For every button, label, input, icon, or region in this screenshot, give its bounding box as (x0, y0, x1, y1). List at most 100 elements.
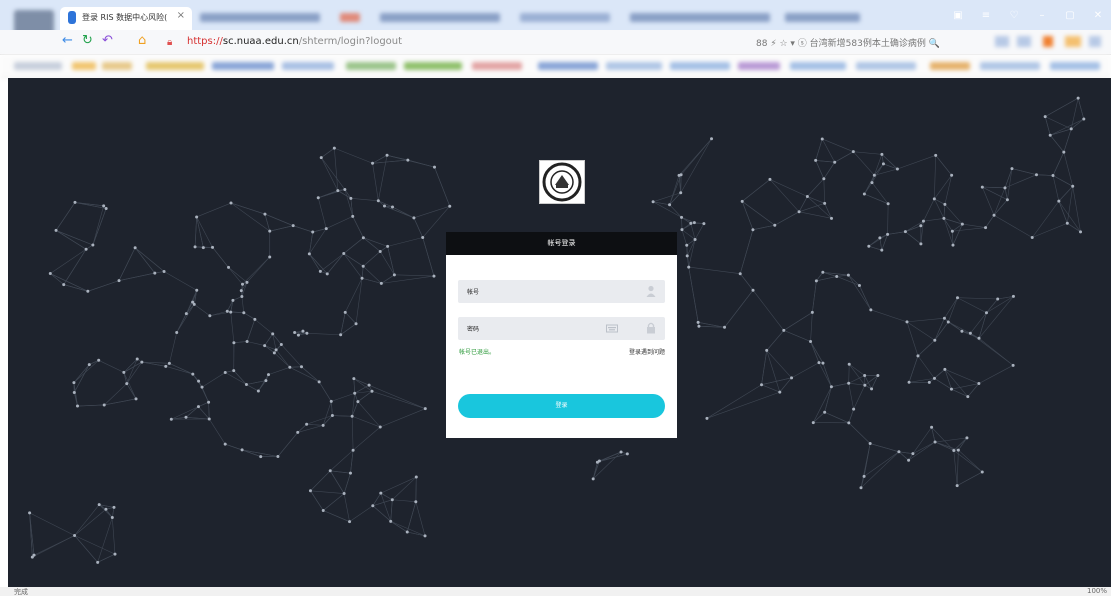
network-node (863, 193, 866, 196)
network-node (102, 204, 105, 207)
network-node (207, 401, 210, 404)
network-node (1006, 198, 1009, 201)
network-node (833, 161, 836, 164)
lock-icon[interactable]: 🔒︎ (167, 36, 172, 50)
network-node (817, 361, 820, 364)
network-node (822, 177, 825, 180)
network-node (356, 400, 359, 403)
network-node (349, 472, 352, 475)
network-node (76, 405, 79, 408)
close-window-icon[interactable]: ✕ (1091, 10, 1105, 21)
network-node (919, 242, 922, 245)
account-field[interactable]: 帐号 (458, 280, 665, 303)
network-node (208, 417, 211, 420)
network-node (956, 484, 959, 487)
network-node (111, 516, 114, 519)
network-node (809, 340, 812, 343)
network-node (224, 371, 227, 374)
network-node (811, 311, 814, 314)
extension-icons[interactable] (995, 36, 1105, 47)
sidebar-icon[interactable]: ▣ (951, 10, 965, 21)
network-node (806, 195, 809, 198)
network-node (317, 196, 320, 199)
network-node (863, 374, 866, 377)
network-node (830, 385, 833, 388)
network-node (933, 377, 936, 380)
back-icon[interactable]: ← (62, 34, 73, 48)
network-node (922, 220, 925, 223)
network-node (951, 230, 954, 233)
network-node (765, 349, 768, 352)
network-node (191, 373, 194, 376)
network-node (697, 325, 700, 328)
url-path: /shterm/login?logout (299, 36, 402, 47)
refresh-icon[interactable]: ↻ (82, 34, 93, 48)
network-node (322, 424, 325, 427)
password-field[interactable]: 密码 (458, 317, 665, 340)
bookmarks-bar[interactable] (0, 55, 1111, 78)
network-node (685, 244, 688, 247)
network-node (140, 361, 143, 364)
network-node (710, 137, 713, 140)
login-button[interactable]: 登录 (458, 394, 665, 418)
window-controls[interactable]: ▣ ≡ ♡ – ▢ ✕ (951, 7, 1105, 23)
network-node (790, 376, 793, 379)
network-node (694, 238, 697, 241)
skin-icon[interactable]: ♡ (1007, 10, 1021, 21)
network-node (911, 452, 914, 455)
network-node (928, 381, 931, 384)
network-node (371, 162, 374, 165)
network-node (680, 228, 683, 231)
network-node (1010, 167, 1013, 170)
url-input[interactable]: https://sc.nuaa.edu.cn/shterm/login?logo… (187, 36, 402, 47)
network-node (942, 217, 945, 220)
network-node (415, 476, 418, 479)
network-node (377, 199, 380, 202)
network-node (852, 408, 855, 411)
network-node (362, 236, 365, 239)
network-node (371, 504, 374, 507)
active-tab[interactable]: 登录 RIS 数据中心风险( × (60, 7, 192, 30)
minimize-icon[interactable]: – (1035, 10, 1049, 21)
network-node (815, 279, 818, 282)
network-node (950, 388, 953, 391)
network-node (263, 213, 266, 216)
network-node (305, 423, 308, 426)
maximize-icon[interactable]: ▢ (1063, 10, 1077, 21)
network-node (386, 154, 389, 157)
login-page: 帐号登录 帐号 密码 帐号已退出。 登录遇到问题 登录 (8, 78, 1111, 587)
network-node (596, 461, 599, 464)
network-node (916, 354, 919, 357)
network-node (867, 245, 870, 248)
network-node (268, 255, 271, 258)
network-node (343, 188, 346, 191)
tab-title: 登录 RIS 数据中心风险( (82, 12, 167, 23)
network-node (326, 272, 329, 275)
network-node (336, 189, 339, 192)
network-node (821, 271, 824, 274)
network-node (184, 416, 187, 419)
network-node (232, 369, 235, 372)
home-icon[interactable]: ⌂ (138, 34, 146, 48)
network-node (195, 215, 198, 218)
login-trouble-link[interactable]: 登录遇到问题 (629, 347, 665, 356)
toolbar-right[interactable]: 88 ⚡ ☆ ▾ ⓢ 台湾新增583例本土确诊病例 🔍 (756, 36, 940, 49)
network-node (1070, 127, 1073, 130)
keyboard-icon[interactable] (606, 322, 618, 334)
network-node (55, 229, 58, 232)
menu-icon[interactable]: ≡ (979, 10, 993, 21)
status-bar: 完成 100% (0, 587, 1111, 596)
other-tabs[interactable] (200, 10, 890, 26)
tab-close-icon[interactable]: × (177, 10, 185, 21)
network-node (293, 331, 296, 334)
network-node (257, 390, 260, 393)
network-node (943, 317, 946, 320)
network-node (897, 450, 900, 453)
network-node (122, 371, 125, 374)
zoom-level[interactable]: 100% (1087, 587, 1107, 595)
network-node (301, 330, 304, 333)
undo-icon[interactable]: ↶ (102, 34, 113, 48)
network-node (961, 223, 964, 226)
network-node (896, 168, 899, 171)
network-node (389, 520, 392, 523)
